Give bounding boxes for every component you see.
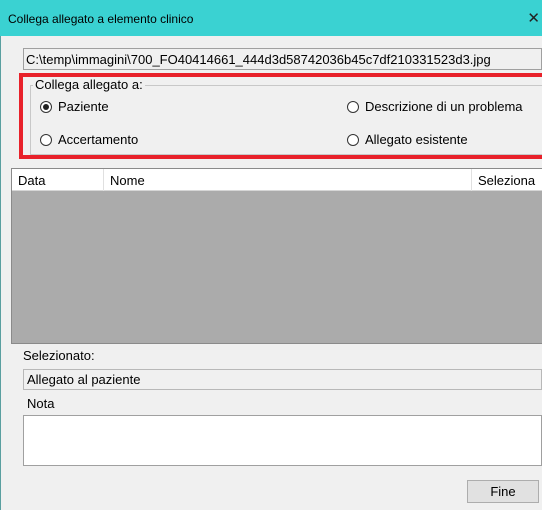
selected-label: Selezionato: — [23, 348, 95, 363]
selected-field: Allegato al paziente — [23, 369, 542, 390]
highlight-annotation — [19, 73, 542, 159]
note-textarea[interactable] — [23, 415, 542, 466]
note-label: Nota — [27, 396, 55, 411]
file-path-field[interactable]: C:\temp\immagini\700_FO40414661_444d3d58… — [23, 48, 542, 70]
finish-button[interactable]: Fine — [467, 480, 539, 503]
close-icon[interactable]: ✕ — [527, 9, 540, 27]
window-title: Collega allegato a elemento clinico — [8, 12, 194, 26]
column-header-seleziona[interactable]: Seleziona — [472, 169, 542, 191]
table-header: Data Nome Seleziona — [12, 169, 542, 191]
attachments-table[interactable]: Data Nome Seleziona — [11, 168, 542, 344]
column-header-data[interactable]: Data — [12, 169, 104, 191]
column-header-nome[interactable]: Nome — [104, 169, 472, 191]
title-bar: Collega allegato a elemento clinico ✕ — [0, 0, 542, 36]
